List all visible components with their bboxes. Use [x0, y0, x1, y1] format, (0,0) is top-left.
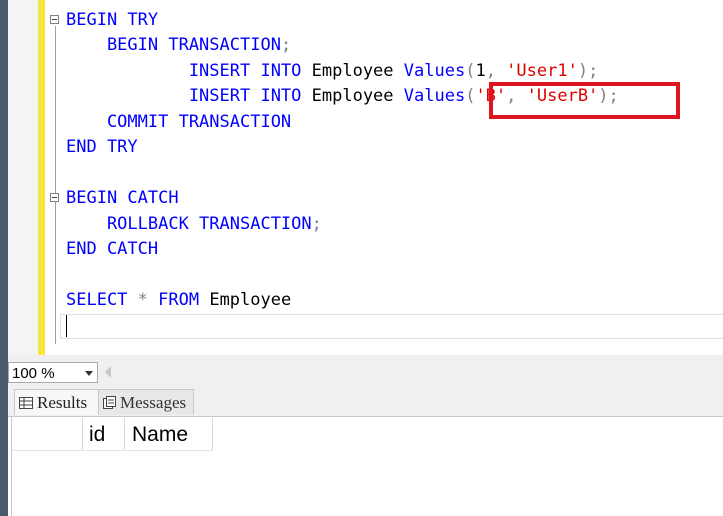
code-token: ; — [280, 35, 292, 55]
editor-bottom-border — [8, 355, 723, 362]
code-line: SELECT * FROM Employee — [66, 288, 291, 313]
code-token: INSERT INTO — [66, 86, 312, 106]
code-token: Values — [403, 86, 466, 106]
tab-results[interactable]: Results — [14, 389, 108, 415]
code-token: SELECT — [66, 290, 138, 310]
scroll-left-icon[interactable] — [105, 366, 111, 378]
tab-messages-label: Messages — [120, 392, 187, 412]
header-divider — [12, 450, 213, 451]
code-token: 'User1' — [506, 61, 578, 81]
code-token: * — [137, 290, 159, 310]
code-line: BEGIN TRY — [66, 8, 158, 33]
code-token: ROLLBACK TRANSACTION — [66, 214, 312, 234]
code-token: INSERT INTO — [66, 61, 312, 81]
code-token: BEGIN TRANSACTION — [66, 35, 281, 55]
tab-messages[interactable]: Messages — [98, 389, 194, 415]
grid-icon — [19, 396, 33, 409]
code-token: ; — [311, 214, 322, 234]
annotation-highlight-box — [489, 82, 680, 119]
current-line-highlight — [60, 314, 723, 339]
code-token: ); — [577, 61, 599, 81]
code-line: COMMIT TRANSACTION — [66, 110, 291, 135]
zoom-value: 100 % — [12, 365, 55, 382]
code-line: END TRY — [66, 135, 138, 160]
outline-guide — [55, 26, 56, 344]
changes-margin — [38, 0, 45, 355]
code-line: ROLLBACK TRANSACTION; — [66, 212, 322, 237]
zoom-select[interactable]: 100 % — [8, 362, 98, 383]
code-token: 1 — [475, 61, 486, 81]
code-token: BEGIN CATCH — [66, 188, 179, 208]
code-token: BEGIN TRY — [66, 10, 159, 30]
collapse-icon[interactable] — [50, 15, 59, 24]
collapse-icon[interactable] — [50, 193, 59, 202]
zoom-bar — [8, 362, 723, 384]
messages-icon — [103, 396, 116, 409]
code-token: END TRY — [66, 137, 138, 157]
left-gutter — [8, 0, 38, 355]
code-token: FROM — [158, 290, 210, 310]
code-token: Employee — [311, 61, 404, 81]
code-token: COMMIT TRANSACTION — [66, 112, 292, 132]
left-window-edge — [0, 0, 8, 516]
text-caret — [66, 315, 67, 337]
code-token: ( — [465, 86, 476, 106]
tab-results-label: Results — [37, 392, 88, 412]
code-token: Employee — [209, 290, 292, 310]
code-token: Employee — [311, 86, 404, 106]
code-token: END CATCH — [66, 239, 159, 259]
code-line: END CATCH — [66, 237, 158, 262]
code-line: INSERT INTO Employee Values(1, 'User1'); — [66, 59, 599, 84]
code-token: Values — [403, 61, 466, 81]
code-line: BEGIN CATCH — [66, 186, 179, 211]
column-header-name[interactable]: Name — [126, 418, 213, 450]
code-token: ( — [465, 61, 476, 81]
chevron-down-icon[interactable] — [85, 371, 93, 376]
code-token: , — [485, 61, 507, 81]
code-line: BEGIN TRANSACTION; — [66, 33, 291, 58]
row-header-cell — [12, 418, 83, 450]
column-header-id[interactable]: id — [83, 418, 125, 450]
